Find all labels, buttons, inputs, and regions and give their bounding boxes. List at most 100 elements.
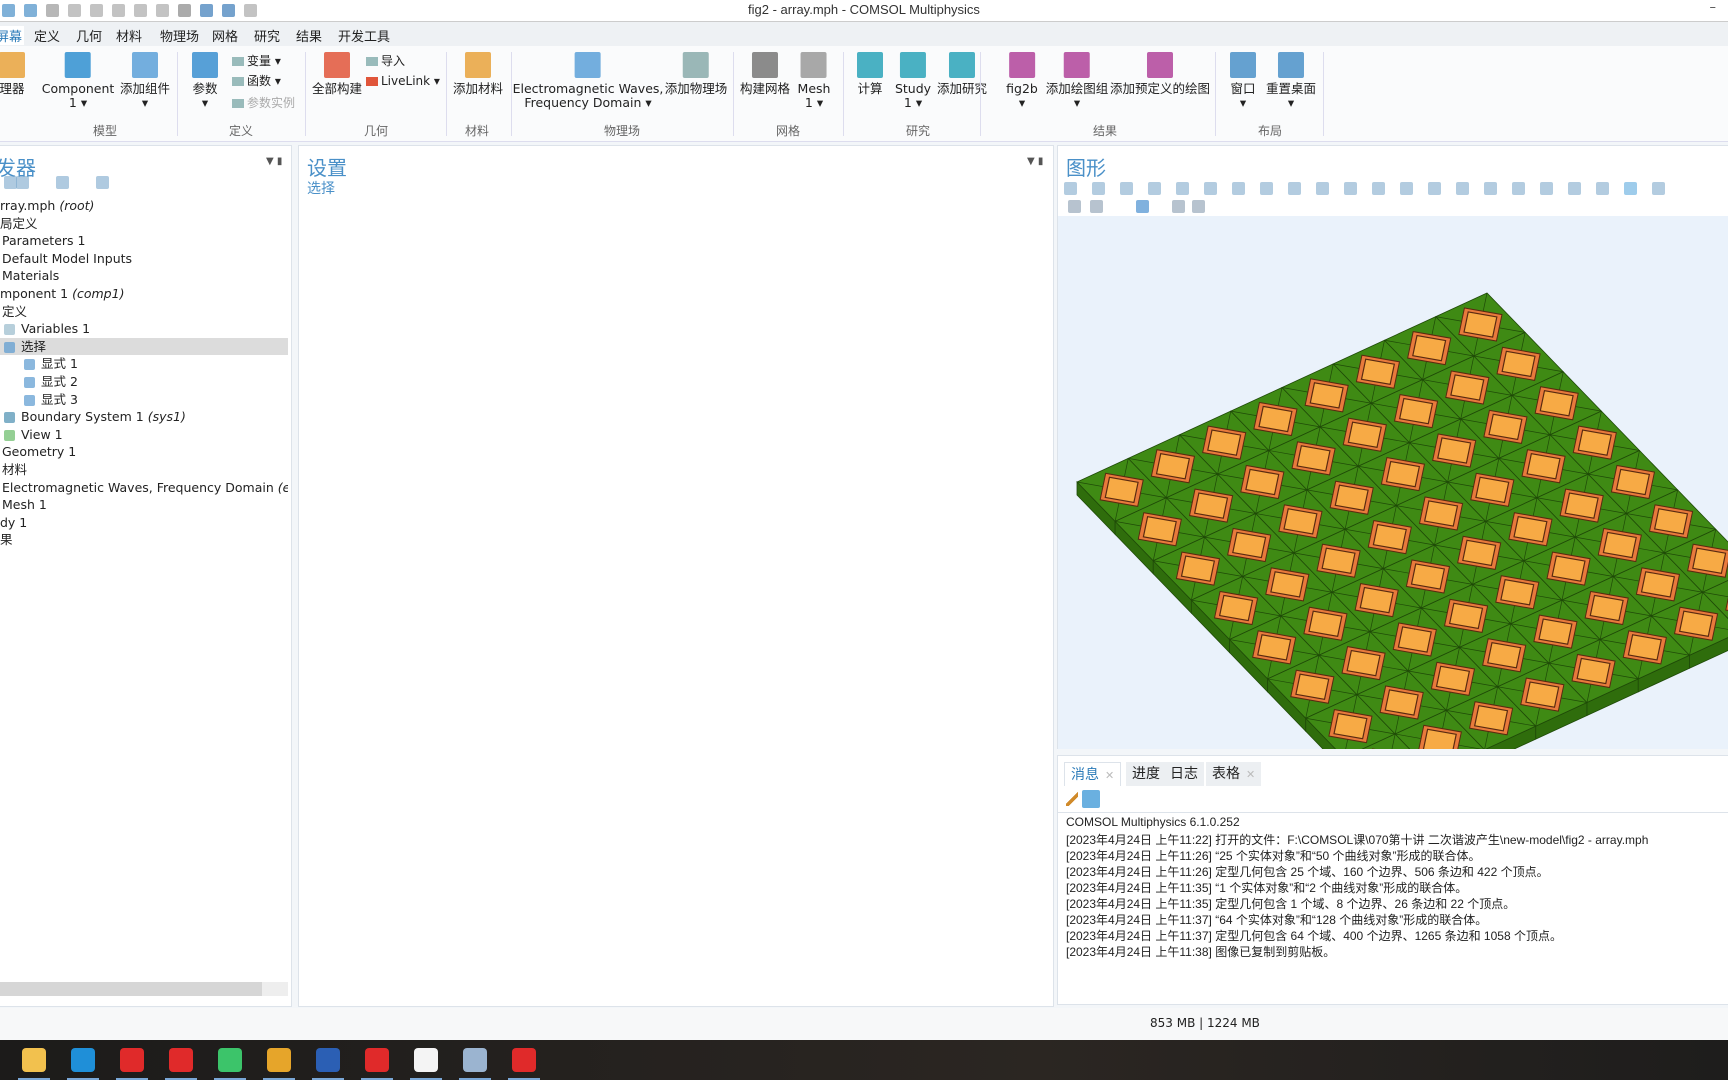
variables-button[interactable]: 变量 ▾	[232, 52, 281, 69]
import-button[interactable]: 导入	[366, 52, 405, 69]
tree-item[interactable]: 显式 3	[0, 391, 288, 409]
reset-desktop-button[interactable]: 重置桌面 ▾	[1266, 52, 1316, 110]
tree-item[interactable]: 选择	[0, 337, 288, 356]
wps-icon[interactable]	[165, 1048, 197, 1080]
tree-item[interactable]: 定义	[0, 303, 288, 321]
menu-tab[interactable]: 研究	[254, 26, 280, 45]
build-all-button[interactable]: 全部构建	[312, 52, 362, 96]
refresh-icon[interactable]	[1136, 200, 1149, 213]
select-box-icon[interactable]	[1456, 182, 1469, 195]
em-waves-button[interactable]: Electromagnetic Waves, Frequency Domain ▾	[513, 52, 663, 110]
next-icon[interactable]	[1652, 182, 1665, 195]
render-icon[interactable]	[1596, 182, 1609, 195]
go-to-view-icon[interactable]	[1316, 182, 1329, 195]
menu-tab[interactable]: 屏幕	[0, 26, 25, 45]
tab-table[interactable]: 表格 ✕	[1206, 762, 1262, 786]
tree-item[interactable]: Materials	[0, 267, 288, 285]
tree-item[interactable]: 材料	[0, 461, 288, 479]
menu-tab[interactable]: 定义	[34, 26, 60, 45]
camera-icon[interactable]	[1172, 200, 1185, 213]
tree-item[interactable]: 局定义	[0, 215, 288, 233]
add-physics-button[interactable]: 添加物理场	[665, 52, 727, 96]
tree-item[interactable]: rray.mph (root)	[0, 197, 288, 215]
expand-icon[interactable]	[96, 176, 109, 189]
add-component-button[interactable]: 添加组件 ▾	[120, 52, 170, 110]
menu-tab[interactable]: 物理场	[160, 26, 199, 45]
minimize-button[interactable]: –	[1710, 0, 1717, 15]
build-mesh-button[interactable]: 构建网格	[740, 52, 790, 96]
color-icon[interactable]	[1090, 200, 1103, 213]
close-icon[interactable]: ✕	[1105, 769, 1114, 782]
transparency-icon[interactable]	[1068, 200, 1081, 213]
add-plot-group-button[interactable]: 添加绘图组 ▾	[1046, 52, 1108, 110]
rotate-icon[interactable]	[1344, 182, 1357, 195]
zoom-in-icon[interactable]	[1064, 182, 1077, 195]
view-yz-icon[interactable]	[1260, 182, 1273, 195]
parameters-button[interactable]: 参数 ▾	[192, 52, 218, 110]
view-icon[interactable]	[1568, 182, 1581, 195]
app-icon[interactable]	[459, 1048, 491, 1080]
zoom-out-icon[interactable]	[1092, 182, 1105, 195]
clear-icon[interactable]	[1066, 792, 1078, 806]
add-predefined-plot-button[interactable]: 添加预定义的绘图	[1110, 52, 1210, 96]
zoom-box-icon[interactable]	[1120, 182, 1133, 195]
view-zx-icon[interactable]	[1288, 182, 1301, 195]
tree-item[interactable]: Variables 1	[0, 320, 288, 338]
print-icon[interactable]	[1192, 200, 1205, 213]
panel-menu-icon[interactable]: ▼ ▮	[1027, 156, 1043, 167]
center-icon[interactable]	[1148, 182, 1161, 195]
tab-messages[interactable]: 消息 ✕	[1064, 762, 1122, 786]
wps-icon[interactable]	[116, 1048, 148, 1080]
menu-tab[interactable]: 开发工具	[338, 26, 390, 45]
parameter-case-button[interactable]: 参数实例	[232, 94, 295, 111]
tree-item[interactable]: 显式 1	[0, 355, 288, 373]
select-all-icon[interactable]	[1484, 182, 1497, 195]
tree-item[interactable]: Boundary System 1 (sys1)	[0, 408, 288, 426]
windows-button[interactable]: 窗口 ▾	[1230, 52, 1256, 110]
transparency-icon[interactable]	[1400, 182, 1413, 195]
tab-progress[interactable]: 进度	[1126, 762, 1166, 786]
tree-item[interactable]: 显式 2	[0, 373, 288, 391]
tree-item[interactable]: Electromagnetic Waves, Frequency Domain …	[0, 479, 288, 497]
compute-button[interactable]: 计算	[857, 52, 883, 96]
tree-item[interactable]: mponent 1 (comp1)	[0, 285, 288, 303]
tree-item[interactable]: Geometry 1	[0, 443, 288, 461]
zoom-extents-icon[interactable]	[1176, 182, 1189, 195]
panel-menu-icon[interactable]: ▼ ▮	[266, 156, 282, 167]
tree-item[interactable]: Mesh 1	[0, 496, 288, 514]
study-button[interactable]: Study 1 ▾	[895, 52, 931, 110]
show-hidden-icon[interactable]	[1540, 182, 1553, 195]
functions-button[interactable]: 函数 ▾	[232, 72, 281, 89]
menu-tab[interactable]: 结果	[296, 26, 322, 45]
tree-item[interactable]: View 1	[0, 426, 288, 444]
livelink-button[interactable]: LiveLink ▾	[366, 74, 440, 88]
component-button[interactable]: Component 1 ▾	[42, 52, 114, 110]
axis-icon[interactable]	[1204, 182, 1217, 195]
prev-icon[interactable]	[1624, 182, 1637, 195]
move-up-icon[interactable]	[16, 176, 29, 189]
comsol-icon[interactable]	[410, 1048, 442, 1080]
tree-item[interactable]: Default Model Inputs	[0, 250, 288, 268]
plot-group-button[interactable]: fig2b ▾	[1006, 52, 1038, 110]
chrome-icon[interactable]	[263, 1048, 295, 1080]
3d-view[interactable]	[1058, 216, 1728, 749]
tree-item[interactable]: 果	[0, 531, 288, 549]
horizontal-scrollbar[interactable]	[0, 982, 288, 996]
tree-item[interactable]: dy 1	[0, 514, 288, 532]
tab-log[interactable]: 日志	[1164, 762, 1204, 786]
copy-icon[interactable]	[1082, 790, 1100, 808]
wps-icon[interactable]	[361, 1048, 393, 1080]
scene-light-icon[interactable]	[1372, 182, 1385, 195]
wps-icon[interactable]	[508, 1048, 540, 1080]
tree-item[interactable]: Parameters 1	[0, 232, 288, 250]
edge-icon[interactable]	[67, 1048, 99, 1080]
menu-tab[interactable]: 网格	[212, 26, 238, 45]
wechat-icon[interactable]	[214, 1048, 246, 1080]
hide-icon[interactable]	[1512, 182, 1525, 195]
mesh-button[interactable]: Mesh 1 ▾	[798, 52, 830, 110]
move-down-icon[interactable]	[56, 176, 69, 189]
wireframe-icon[interactable]	[1428, 182, 1441, 195]
menu-tab[interactable]: 几何	[76, 26, 102, 45]
file-explorer-icon[interactable]	[18, 1048, 50, 1080]
close-icon[interactable]: ✕	[1246, 768, 1255, 781]
